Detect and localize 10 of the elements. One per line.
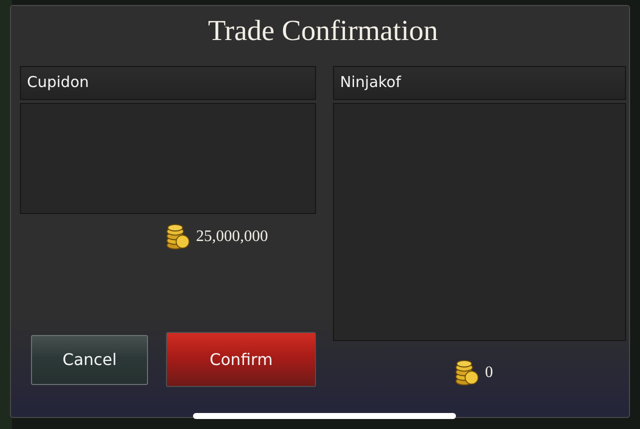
home-indicator[interactable]: [193, 413, 456, 419]
coin-amount: 25,000,000: [196, 228, 268, 246]
player-name: Cupidon: [20, 66, 316, 100]
dialog-title: Trade Confirmation: [206, 14, 440, 49]
confirm-button[interactable]: Confirm: [166, 332, 316, 387]
cancel-button[interactable]: Cancel: [31, 334, 148, 384]
coin-stack-icon: [166, 223, 190, 251]
player-name: Ninjakof: [333, 66, 626, 100]
coin-amount: 0: [485, 364, 493, 382]
coin-stack-icon: [455, 359, 479, 387]
